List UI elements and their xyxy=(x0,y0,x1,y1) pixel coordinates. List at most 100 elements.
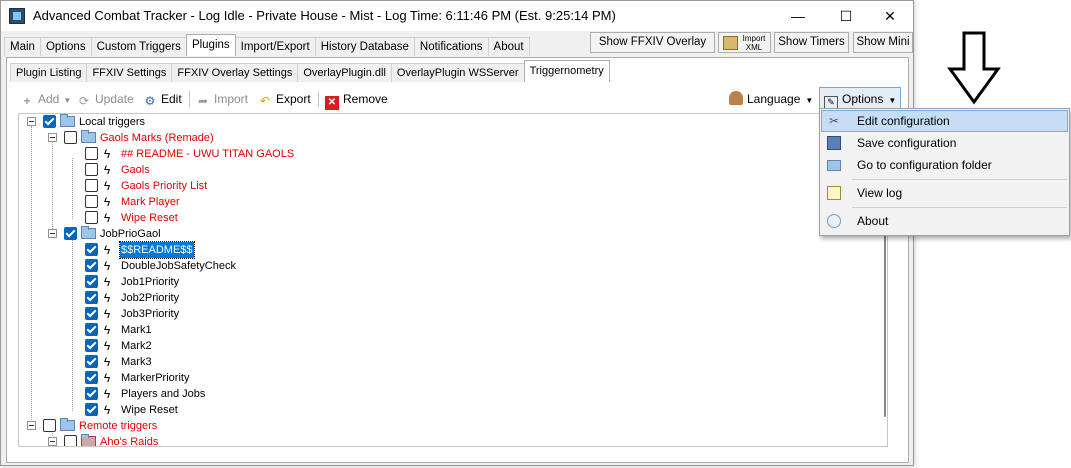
collapse-icon[interactable] xyxy=(48,133,57,142)
local-triggers-checkbox[interactable] xyxy=(43,115,56,128)
folder-icon xyxy=(60,418,75,431)
tab-custom-triggers[interactable]: Custom Triggers xyxy=(90,37,187,56)
tree-node-label: Local triggers xyxy=(79,116,146,128)
lightning-icon: ϟ xyxy=(103,371,111,385)
trigger-checkbox[interactable] xyxy=(85,339,98,352)
tree-node-trigger[interactable]: ϟ Job2Priority xyxy=(85,290,485,306)
trigger-checkbox[interactable] xyxy=(85,307,98,320)
tab-triggernometry[interactable]: Triggernometry xyxy=(523,60,610,82)
tab-ffxiv-overlay-settings[interactable]: FFXIV Overlay Settings xyxy=(171,63,299,82)
lightning-icon: ϟ xyxy=(103,387,111,401)
tab-options[interactable]: Options xyxy=(39,37,92,56)
tree-connector xyxy=(72,238,73,411)
down-arrow-annotation xyxy=(947,31,1001,105)
tab-overlayplugin-dll[interactable]: OverlayPlugin.dll xyxy=(297,63,392,82)
lightning-icon: ϟ xyxy=(103,211,111,225)
folder-icon xyxy=(81,130,96,143)
show-timers-button[interactable]: Show Timers xyxy=(774,32,849,53)
tree-node-trigger[interactable]: ϟ Players and Jobs xyxy=(85,386,485,402)
tree-node-trigger[interactable]: ϟ Gaols xyxy=(85,162,485,178)
tree-node-trigger[interactable]: ϟ Mark Player xyxy=(85,194,485,210)
tree-node-local-triggers[interactable]: Local triggers xyxy=(27,114,427,130)
options-button[interactable]: ✎ Options ▼ xyxy=(819,87,902,110)
trigger-checkbox[interactable] xyxy=(85,371,98,384)
remote-triggers-checkbox[interactable] xyxy=(43,419,56,432)
tree-node-remote-folder[interactable]: Aho's Raids xyxy=(48,434,448,446)
tree-node-trigger[interactable]: ϟ Wipe Reset xyxy=(85,402,485,418)
tree-node-trigger[interactable]: ϟ Wipe Reset xyxy=(85,210,485,226)
tree-node-trigger[interactable]: ϟ Job3Priority xyxy=(85,306,485,322)
remove-button[interactable]: ✕ Remove xyxy=(325,89,388,110)
menu-item-about[interactable]: About xyxy=(822,211,1067,231)
remote-folder-checkbox[interactable] xyxy=(64,435,77,446)
language-button[interactable]: Language ▼ xyxy=(729,89,813,109)
trigger-checkbox[interactable] xyxy=(85,323,98,336)
tree-node-trigger[interactable]: ϟ ## README - UWU TITAN GAOLS xyxy=(85,146,485,162)
trigger-checkbox[interactable] xyxy=(85,195,98,208)
gaols-folder-checkbox[interactable] xyxy=(64,131,77,144)
tab-about[interactable]: About xyxy=(487,37,530,56)
tree-node-trigger-selected[interactable]: ϟ $$README$$ xyxy=(85,241,485,259)
import-button[interactable]: ➦ Import xyxy=(196,89,248,109)
menu-separator xyxy=(852,207,1067,208)
trigger-checkbox[interactable] xyxy=(85,355,98,368)
menu-item-edit-configuration[interactable]: ✂ Edit configuration xyxy=(821,110,1068,132)
tab-notifications[interactable]: Notifications xyxy=(413,37,489,56)
collapse-icon[interactable] xyxy=(27,421,36,430)
collapse-icon[interactable] xyxy=(48,229,57,238)
add-button[interactable]: + Add ▼ xyxy=(20,89,71,109)
import-xml-button[interactable]: Import XML xyxy=(718,32,771,53)
tree-node-label: Wipe Reset xyxy=(121,212,178,224)
tab-ffxiv-settings[interactable]: FFXIV Settings xyxy=(86,63,173,82)
show-mini-button[interactable]: Show Mini xyxy=(853,32,913,53)
tree-node-label: Gaols Marks (Remade) xyxy=(100,132,214,144)
trigger-checkbox[interactable] xyxy=(85,147,98,160)
menu-item-save-configuration[interactable]: Save configuration xyxy=(822,133,1067,153)
tree-node-label: Gaols Priority List xyxy=(121,180,208,192)
trigger-checkbox[interactable] xyxy=(85,387,98,400)
tab-import-export[interactable]: Import/Export xyxy=(234,37,316,56)
edit-button[interactable]: ⚙ Edit xyxy=(143,89,182,109)
minimize-button[interactable]: — xyxy=(775,1,821,31)
tree-node-remote-triggers[interactable]: Remote triggers xyxy=(27,418,427,434)
tree-node-trigger[interactable]: ϟ Mark2 xyxy=(85,338,485,354)
tree-node-gaols-folder[interactable]: Gaols Marks (Remade) xyxy=(48,130,448,146)
export-button[interactable]: ↶ Export xyxy=(258,89,311,109)
tree-node-trigger[interactable]: ϟ Job1Priority xyxy=(85,274,485,290)
title-bar[interactable]: Advanced Combat Tracker - Log Idle - Pri… xyxy=(1,1,913,31)
menu-item-view-log[interactable]: View log xyxy=(822,183,1067,203)
trigger-tree[interactable]: Local triggers Gaols Marks (Remade) ϟ ##… xyxy=(18,113,888,447)
trigger-checkbox[interactable] xyxy=(85,259,98,272)
tree-connector xyxy=(52,142,53,235)
menu-item-go-to-configuration-folder[interactable]: Go to configuration folder xyxy=(822,155,1067,175)
tree-node-trigger[interactable]: ϟ Gaols Priority List xyxy=(85,178,485,194)
plugin-sub-tab-strip: Plugin Listing FFXIV Settings FFXIV Over… xyxy=(10,60,610,82)
tab-history-database[interactable]: History Database xyxy=(314,37,415,56)
trigger-checkbox[interactable] xyxy=(85,291,98,304)
tree-node-jobprio-folder[interactable]: JobPrioGaol xyxy=(48,226,448,242)
trigger-checkbox[interactable] xyxy=(85,243,98,256)
tree-node-trigger[interactable]: ϟ Mark1 xyxy=(85,322,485,338)
trigger-checkbox[interactable] xyxy=(85,275,98,288)
close-button[interactable]: ✕ xyxy=(867,1,913,31)
tab-plugins[interactable]: Plugins xyxy=(185,34,236,56)
tree-node-trigger[interactable]: ϟ Mark3 xyxy=(85,354,485,370)
expand-icon[interactable] xyxy=(48,437,57,446)
jobprio-folder-checkbox[interactable] xyxy=(64,227,77,240)
import-xml-label: Import XML xyxy=(742,34,766,52)
tree-node-trigger[interactable]: ϟ MarkerPriority xyxy=(85,370,485,386)
update-button[interactable]: ⟳ Update xyxy=(77,89,134,109)
show-ffxiv-overlay-button[interactable]: Show FFXIV Overlay xyxy=(590,32,715,53)
tab-main[interactable]: Main xyxy=(4,37,41,56)
tab-plugin-listing[interactable]: Plugin Listing xyxy=(10,63,88,82)
trigger-checkbox[interactable] xyxy=(85,179,98,192)
folder-icon xyxy=(60,114,75,127)
tree-node-trigger[interactable]: ϟ DoubleJobSafetyCheck xyxy=(85,258,485,274)
trigger-checkbox[interactable] xyxy=(85,163,98,176)
trigger-checkbox[interactable] xyxy=(85,211,98,224)
maximize-button[interactable]: ☐ xyxy=(823,1,869,31)
trigger-checkbox[interactable] xyxy=(85,403,98,416)
toolbar-separator xyxy=(318,91,319,107)
tab-overlayplugin-wsserver[interactable]: OverlayPlugin WSServer xyxy=(390,63,525,82)
collapse-icon[interactable] xyxy=(27,117,36,126)
